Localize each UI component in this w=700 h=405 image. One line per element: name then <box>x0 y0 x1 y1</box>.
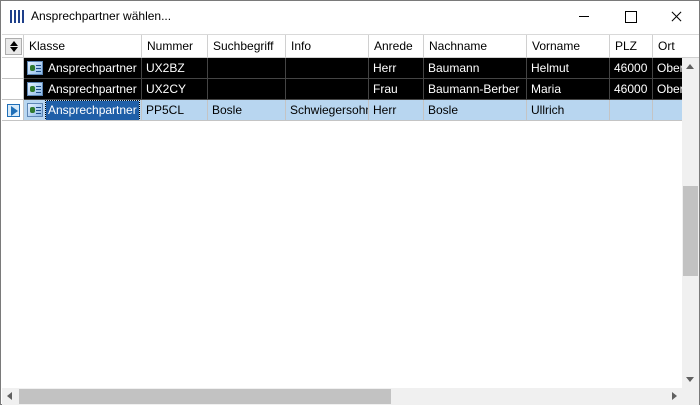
column-header-anrede[interactable]: Anrede <box>369 35 424 58</box>
column-header-suchbegriff[interactable]: Suchbegriff <box>208 35 286 58</box>
table-row[interactable]: Ansprechpartner UX2BZ Herr Baumann Helmu… <box>2 58 682 79</box>
cell-klasse[interactable]: Ansprechpartner <box>24 100 142 121</box>
column-header-vorname[interactable]: Vorname <box>527 35 610 58</box>
cell-anrede[interactable]: Herr <box>369 100 424 121</box>
cell-vorname[interactable]: Maria <box>527 79 610 100</box>
cell-nummer[interactable]: PP5CL <box>142 100 208 121</box>
sort-header-cell[interactable] <box>2 35 24 58</box>
cell-vorname[interactable]: Ullrich <box>527 100 610 121</box>
minimize-button[interactable] <box>561 1 607 32</box>
scroll-up-icon[interactable] <box>682 58 699 75</box>
row-indicator[interactable] <box>2 79 24 100</box>
horizontal-scroll-thumb[interactable] <box>19 389 391 404</box>
scrollbar-corner <box>682 388 699 405</box>
contact-card-icon <box>27 102 43 117</box>
column-header-nummer[interactable]: Nummer <box>142 35 208 58</box>
row-indicator[interactable] <box>2 58 24 79</box>
column-header-ort[interactable]: Ort <box>653 35 699 58</box>
column-header-plz[interactable]: PLZ <box>610 35 653 58</box>
cell-info[interactable] <box>286 79 369 100</box>
grid-header: Klasse Nummer Suchbegriff Info Anrede Na… <box>2 35 699 58</box>
app-icon <box>10 10 24 23</box>
sort-icon[interactable] <box>5 38 22 55</box>
cell-info[interactable] <box>286 58 369 79</box>
cell-plz[interactable] <box>610 100 653 121</box>
column-header-klasse[interactable]: Klasse <box>24 35 142 58</box>
cell-vorname[interactable]: Helmut <box>527 58 610 79</box>
contact-card-icon <box>27 81 43 96</box>
current-row-arrow-icon <box>7 104 20 117</box>
cell-nachname[interactable]: Bosle <box>424 100 527 121</box>
contact-card-icon <box>27 60 43 75</box>
cell-plz[interactable]: 46000 <box>610 58 653 79</box>
vertical-scroll-thumb[interactable] <box>683 186 698 276</box>
cell-klasse[interactable]: Ansprechpartner <box>24 79 142 100</box>
cell-suchbegriff[interactable]: Bosle <box>208 100 286 121</box>
window-title: Ansprechpartner wählen... <box>31 9 172 23</box>
close-button[interactable] <box>653 1 699 32</box>
horizontal-scrollbar[interactable] <box>2 388 682 405</box>
cell-ort[interactable] <box>653 100 682 121</box>
cell-info[interactable]: Schwiegersohn <box>286 100 369 121</box>
vertical-scrollbar[interactable] <box>682 58 699 388</box>
cell-klasse[interactable]: Ansprechpartner <box>24 58 142 79</box>
cell-nummer[interactable]: UX2CY <box>142 79 208 100</box>
cell-suchbegriff[interactable] <box>208 58 286 79</box>
scroll-down-icon[interactable] <box>682 371 699 388</box>
column-header-info[interactable]: Info <box>286 35 369 58</box>
cell-ort[interactable]: Ober <box>653 58 682 79</box>
row-indicator[interactable] <box>2 100 24 121</box>
cell-nachname[interactable]: Baumann-Berber <box>424 79 527 100</box>
maximize-button[interactable] <box>607 1 653 32</box>
scroll-left-icon[interactable] <box>2 388 19 405</box>
scroll-right-icon[interactable] <box>665 388 682 405</box>
cell-nachname[interactable]: Baumann <box>424 58 527 79</box>
dialog-window: Ansprechpartner wählen... Klasse Nummer … <box>0 0 700 405</box>
cell-nummer[interactable]: UX2BZ <box>142 58 208 79</box>
cell-suchbegriff[interactable] <box>208 79 286 100</box>
table-row-selected[interactable]: Ansprechpartner PP5CL Bosle Schwiegersoh… <box>2 100 682 121</box>
column-header-nachname[interactable]: Nachname <box>424 35 527 58</box>
cell-plz[interactable]: 46000 <box>610 79 653 100</box>
title-bar[interactable]: Ansprechpartner wählen... <box>1 1 699 32</box>
cell-ort[interactable]: Ober <box>653 79 682 100</box>
cell-anrede[interactable]: Frau <box>369 79 424 100</box>
cell-anrede[interactable]: Herr <box>369 58 424 79</box>
contact-grid[interactable]: Klasse Nummer Suchbegriff Info Anrede Na… <box>2 34 699 405</box>
table-row[interactable]: Ansprechpartner UX2CY Frau Baumann-Berbe… <box>2 79 682 100</box>
